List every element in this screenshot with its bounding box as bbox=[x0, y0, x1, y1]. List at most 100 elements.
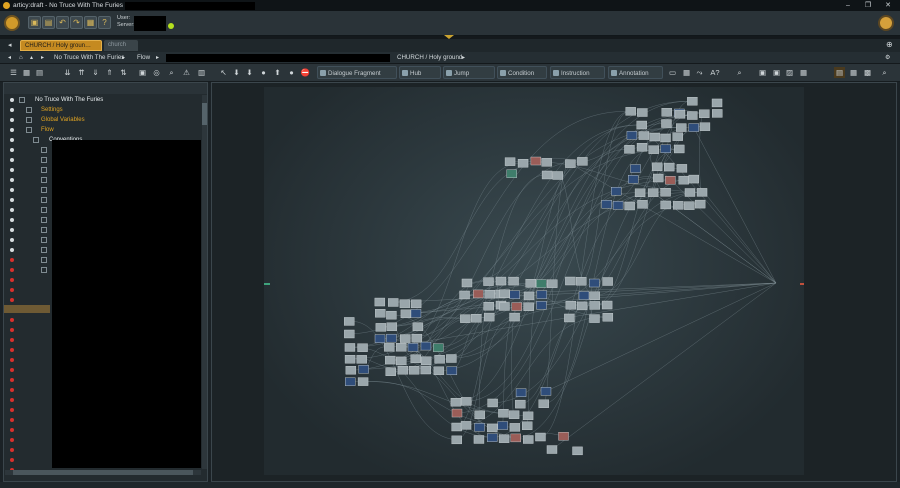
flow-node[interactable] bbox=[412, 322, 424, 332]
expander-icon[interactable] bbox=[41, 157, 47, 163]
flow-node[interactable] bbox=[410, 299, 422, 309]
flow-node[interactable] bbox=[474, 410, 485, 420]
flow-node[interactable] bbox=[699, 122, 711, 131]
minimize-button[interactable]: – bbox=[838, 0, 858, 11]
flow-node[interactable] bbox=[538, 399, 549, 408]
flow-node[interactable] bbox=[525, 279, 536, 288]
redo-icon[interactable]: ↷ bbox=[70, 16, 83, 29]
flow-node[interactable] bbox=[460, 421, 472, 430]
flow-node[interactable] bbox=[661, 108, 672, 117]
flow-node[interactable] bbox=[474, 423, 485, 432]
flow-node[interactable] bbox=[504, 157, 516, 166]
flow-node[interactable] bbox=[637, 108, 648, 117]
connection-line[interactable] bbox=[666, 109, 705, 115]
flow-node[interactable] bbox=[499, 302, 510, 311]
flow-node[interactable] bbox=[624, 201, 635, 211]
flow-node[interactable] bbox=[653, 173, 664, 183]
flow-node[interactable] bbox=[487, 398, 498, 408]
flow-node[interactable] bbox=[663, 162, 675, 172]
layout-1-icon[interactable]: ▤ bbox=[834, 67, 845, 78]
flow-node[interactable] bbox=[374, 334, 386, 343]
flow-node[interactable] bbox=[495, 276, 507, 286]
flow-node[interactable] bbox=[565, 300, 577, 310]
flow-node[interactable] bbox=[433, 343, 444, 352]
flow-node[interactable] bbox=[661, 119, 672, 128]
flow-node[interactable] bbox=[572, 446, 583, 456]
expander-icon[interactable] bbox=[41, 267, 47, 273]
flow-node[interactable] bbox=[451, 408, 463, 418]
expander-icon[interactable] bbox=[41, 147, 47, 153]
flow-node[interactable] bbox=[660, 144, 671, 154]
flow-node[interactable] bbox=[433, 366, 445, 375]
tree-item-global-variables[interactable]: Global Variables bbox=[4, 115, 201, 125]
flow-node[interactable] bbox=[446, 366, 458, 375]
flow-node[interactable] bbox=[541, 158, 552, 167]
expander-icon[interactable] bbox=[41, 227, 47, 233]
flow-node[interactable] bbox=[535, 432, 546, 442]
flow-node[interactable] bbox=[696, 188, 708, 197]
flow-node[interactable] bbox=[636, 143, 648, 152]
instruction-tool[interactable]: Instruction bbox=[550, 66, 605, 79]
stop-icon[interactable]: ⛔ bbox=[300, 67, 311, 78]
connection-line[interactable] bbox=[478, 305, 489, 440]
flow-node[interactable] bbox=[451, 435, 462, 445]
flow-node[interactable] bbox=[601, 200, 612, 209]
flow-node[interactable] bbox=[564, 313, 575, 323]
selected-tree-row[interactable] bbox=[4, 305, 50, 313]
flow-node[interactable] bbox=[660, 188, 671, 197]
expander-icon[interactable] bbox=[41, 187, 47, 193]
color-icon[interactable]: ▣ bbox=[771, 67, 782, 78]
flow-node[interactable] bbox=[450, 397, 462, 407]
flow-node[interactable] bbox=[523, 435, 534, 444]
flow-node[interactable] bbox=[511, 302, 522, 311]
hub-tool[interactable]: Hub bbox=[399, 66, 441, 79]
nav-up-icon[interactable]: ▴ bbox=[30, 52, 33, 64]
flow-node[interactable] bbox=[649, 132, 660, 142]
location-menu-icon[interactable]: ▸ bbox=[462, 52, 465, 64]
flow-node[interactable] bbox=[459, 290, 470, 300]
flow-canvas[interactable] bbox=[211, 82, 897, 482]
flow-node[interactable] bbox=[517, 159, 529, 168]
flow-node[interactable] bbox=[515, 399, 526, 409]
layout-2-icon[interactable]: ▦ bbox=[848, 67, 859, 78]
flow-node[interactable] bbox=[483, 302, 494, 311]
flow-node[interactable] bbox=[523, 302, 534, 311]
profile-icon[interactable] bbox=[878, 15, 894, 31]
flow-node[interactable] bbox=[420, 356, 432, 365]
flow-node[interactable] bbox=[589, 314, 600, 323]
warning-icon[interactable]: ⚠ bbox=[181, 67, 192, 78]
zoom-icon[interactable]: ⌕ bbox=[734, 67, 745, 78]
flow-node[interactable] bbox=[589, 278, 600, 288]
flow-node[interactable] bbox=[676, 123, 687, 132]
expander-icon[interactable] bbox=[41, 257, 47, 263]
nav-settings-icon[interactable]: ⚙ bbox=[885, 52, 891, 64]
flow-node[interactable] bbox=[345, 377, 356, 386]
save-icon[interactable]: ▤ bbox=[42, 16, 55, 29]
jump-tool[interactable]: Jump bbox=[443, 66, 495, 79]
flow-node[interactable] bbox=[647, 188, 659, 197]
flow-node[interactable] bbox=[397, 366, 409, 375]
breadcrumb-flow[interactable]: Flow bbox=[137, 52, 150, 64]
flow-node[interactable] bbox=[530, 156, 542, 166]
flow-node[interactable] bbox=[628, 175, 639, 184]
layout-3-icon[interactable]: ▩ bbox=[862, 67, 873, 78]
sort-icon[interactable]: ⇅ bbox=[118, 67, 129, 78]
flow-node[interactable] bbox=[497, 421, 508, 430]
export-icon[interactable]: ▦ bbox=[84, 16, 97, 29]
flow-node[interactable] bbox=[420, 341, 432, 351]
flow-node[interactable] bbox=[509, 312, 520, 322]
input-pin[interactable] bbox=[264, 283, 270, 285]
comment-icon[interactable]: ▭ bbox=[667, 67, 678, 78]
flow-node[interactable] bbox=[411, 333, 423, 343]
flow-node[interactable] bbox=[357, 377, 369, 386]
flow-node[interactable] bbox=[387, 298, 399, 307]
flow-node[interactable] bbox=[506, 169, 517, 178]
expander-icon[interactable] bbox=[41, 237, 47, 243]
tree-vertical-scrollbar[interactable] bbox=[202, 95, 207, 469]
flow-node[interactable] bbox=[522, 411, 534, 421]
flow-node[interactable] bbox=[345, 366, 357, 375]
expand-icon[interactable]: ⇊ bbox=[62, 67, 73, 78]
expander-icon[interactable] bbox=[19, 97, 25, 103]
flow-node[interactable] bbox=[487, 433, 498, 442]
flow-node[interactable] bbox=[344, 329, 355, 339]
